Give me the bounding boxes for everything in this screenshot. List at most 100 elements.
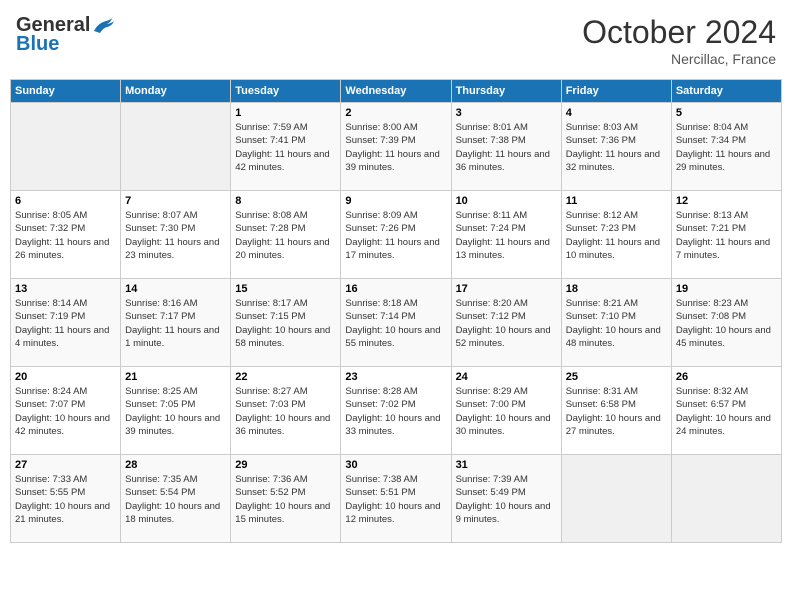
- day-number: 25: [566, 371, 667, 383]
- weekday-header-monday: Monday: [121, 80, 231, 103]
- calendar-cell: 17Sunrise: 8:20 AM Sunset: 7:12 PM Dayli…: [451, 279, 561, 367]
- logo-blue: Blue: [16, 33, 59, 56]
- calendar-cell: 10 Sunrise: 8:11 AM Sunset: 7:24 PM Dayli…: [451, 191, 561, 279]
- calendar-cell: [121, 103, 231, 191]
- day-number: 11: [566, 195, 667, 207]
- day-number: 13: [15, 283, 116, 295]
- page-header: General Blue October 2024 Nercillac, Fra…: [10, 10, 782, 71]
- calendar-cell: 4Sunrise: 8:03 AM Sunset: 7:36 PM Daylig…: [561, 103, 671, 191]
- day-info: Sunrise: 8:13 AM Sunset: 7:21 PM Dayligh…: [676, 209, 777, 262]
- calendar-week-1: 1 Sunrise: 7:59 AM Sunset: 7:41 PM Daylig…: [11, 103, 782, 191]
- calendar-cell: [671, 455, 781, 543]
- weekday-header-sunday: Sunday: [11, 80, 121, 103]
- day-number: 26: [676, 371, 777, 383]
- day-info: Sunrise: 8:14 AM Sunset: 7:19 PM Dayligh…: [15, 297, 116, 350]
- day-info: Sunrise: 8:01 AM Sunset: 7:38 PM Dayligh…: [456, 121, 557, 174]
- day-info: Sunrise: 8:31 AM Sunset: 6:58 PM Dayligh…: [566, 385, 667, 438]
- day-number: 24: [456, 371, 557, 383]
- calendar-cell: 20Sunrise: 8:24 AM Sunset: 7:07 PM Dayli…: [11, 367, 121, 455]
- day-number: 23: [345, 371, 446, 383]
- day-number: 21: [125, 371, 226, 383]
- calendar-week-2: 6 Sunrise: 8:05 AM Sunset: 7:32 PM Daylig…: [11, 191, 782, 279]
- calendar-cell: [561, 455, 671, 543]
- day-number: 10: [456, 195, 557, 207]
- calendar-cell: 31 Sunrise: 7:39 AM Sunset: 5:49 PM Dayli…: [451, 455, 561, 543]
- weekday-header-thursday: Thursday: [451, 80, 561, 103]
- day-number: 30: [345, 459, 446, 471]
- day-number: 7: [125, 195, 226, 207]
- calendar-cell: 5 Sunrise: 8:04 AM Sunset: 7:34 PM Daylig…: [671, 103, 781, 191]
- day-number: 20: [15, 371, 116, 383]
- calendar-cell: 2Sunrise: 8:00 AM Sunset: 7:39 PM Daylig…: [341, 103, 451, 191]
- day-number: 16: [345, 283, 446, 295]
- calendar-cell: 6 Sunrise: 8:05 AM Sunset: 7:32 PM Daylig…: [11, 191, 121, 279]
- weekday-header-tuesday: Tuesday: [231, 80, 341, 103]
- calendar-cell: 8Sunrise: 8:08 AM Sunset: 7:28 PM Daylig…: [231, 191, 341, 279]
- calendar-cell: 12 Sunrise: 8:13 AM Sunset: 7:21 PM Dayli…: [671, 191, 781, 279]
- calendar-cell: 25 Sunrise: 8:31 AM Sunset: 6:58 PM Dayli…: [561, 367, 671, 455]
- calendar-cell: 14Sunrise: 8:16 AM Sunset: 7:17 PM Dayli…: [121, 279, 231, 367]
- day-info: Sunrise: 8:27 AM Sunset: 7:03 PM Dayligh…: [235, 385, 336, 438]
- calendar-cell: 30 Sunrise: 7:38 AM Sunset: 5:51 PM Dayli…: [341, 455, 451, 543]
- day-number: 12: [676, 195, 777, 207]
- calendar-cell: 18 Sunrise: 8:21 AM Sunset: 7:10 PM Dayli…: [561, 279, 671, 367]
- day-info: Sunrise: 8:08 AM Sunset: 7:28 PM Dayligh…: [235, 209, 336, 262]
- day-info: Sunrise: 8:11 AM Sunset: 7:24 PM Dayligh…: [456, 209, 557, 262]
- weekday-header-saturday: Saturday: [671, 80, 781, 103]
- day-info: Sunrise: 8:07 AM Sunset: 7:30 PM Dayligh…: [125, 209, 226, 262]
- calendar-week-3: 13 Sunrise: 8:14 AM Sunset: 7:19 PM Dayli…: [11, 279, 782, 367]
- day-info: Sunrise: 7:35 AM Sunset: 5:54 PM Dayligh…: [125, 473, 226, 526]
- weekday-header-row: SundayMondayTuesdayWednesdayThursdayFrid…: [11, 80, 782, 103]
- day-info: Sunrise: 7:38 AM Sunset: 5:51 PM Dayligh…: [345, 473, 446, 526]
- calendar-cell: 13 Sunrise: 8:14 AM Sunset: 7:19 PM Dayli…: [11, 279, 121, 367]
- day-info: Sunrise: 8:21 AM Sunset: 7:10 PM Dayligh…: [566, 297, 667, 350]
- calendar-cell: 21Sunrise: 8:25 AM Sunset: 7:05 PM Dayli…: [121, 367, 231, 455]
- day-info: Sunrise: 8:04 AM Sunset: 7:34 PM Dayligh…: [676, 121, 777, 174]
- calendar-cell: 1 Sunrise: 7:59 AM Sunset: 7:41 PM Daylig…: [231, 103, 341, 191]
- day-info: Sunrise: 7:33 AM Sunset: 5:55 PM Dayligh…: [15, 473, 116, 526]
- day-number: 28: [125, 459, 226, 471]
- logo: General Blue: [16, 14, 116, 56]
- day-number: 6: [15, 195, 116, 207]
- day-info: Sunrise: 8:17 AM Sunset: 7:15 PM Dayligh…: [235, 297, 336, 350]
- calendar-cell: 19 Sunrise: 8:23 AM Sunset: 7:08 PM Dayli…: [671, 279, 781, 367]
- day-number: 22: [235, 371, 336, 383]
- calendar-cell: 15Sunrise: 8:17 AM Sunset: 7:15 PM Dayli…: [231, 279, 341, 367]
- day-info: Sunrise: 8:00 AM Sunset: 7:39 PM Dayligh…: [345, 121, 446, 174]
- weekday-header-wednesday: Wednesday: [341, 80, 451, 103]
- day-info: Sunrise: 8:23 AM Sunset: 7:08 PM Dayligh…: [676, 297, 777, 350]
- calendar-cell: 16 Sunrise: 8:18 AM Sunset: 7:14 PM Dayli…: [341, 279, 451, 367]
- title-area: October 2024 Nercillac, France: [582, 14, 776, 67]
- day-number: 4: [566, 107, 667, 119]
- day-info: Sunrise: 7:59 AM Sunset: 7:41 PM Dayligh…: [235, 121, 336, 174]
- day-number: 1: [235, 107, 336, 119]
- day-number: 19: [676, 283, 777, 295]
- day-info: Sunrise: 8:32 AM Sunset: 6:57 PM Dayligh…: [676, 385, 777, 438]
- day-info: Sunrise: 8:28 AM Sunset: 7:02 PM Dayligh…: [345, 385, 446, 438]
- day-number: 3: [456, 107, 557, 119]
- day-info: Sunrise: 8:18 AM Sunset: 7:14 PM Dayligh…: [345, 297, 446, 350]
- day-number: 31: [456, 459, 557, 471]
- location-subtitle: Nercillac, France: [582, 51, 776, 67]
- day-number: 14: [125, 283, 226, 295]
- day-number: 9: [345, 195, 446, 207]
- calendar-body: 1 Sunrise: 7:59 AM Sunset: 7:41 PM Daylig…: [11, 103, 782, 543]
- calendar-cell: 22 Sunrise: 8:27 AM Sunset: 7:03 PM Dayli…: [231, 367, 341, 455]
- day-number: 5: [676, 107, 777, 119]
- day-info: Sunrise: 8:09 AM Sunset: 7:26 PM Dayligh…: [345, 209, 446, 262]
- day-number: 27: [15, 459, 116, 471]
- day-info: Sunrise: 8:05 AM Sunset: 7:32 PM Dayligh…: [15, 209, 116, 262]
- calendar-cell: 27 Sunrise: 7:33 AM Sunset: 5:55 PM Dayli…: [11, 455, 121, 543]
- calendar-cell: 29Sunrise: 7:36 AM Sunset: 5:52 PM Dayli…: [231, 455, 341, 543]
- day-info: Sunrise: 8:20 AM Sunset: 7:12 PM Dayligh…: [456, 297, 557, 350]
- calendar-cell: 9 Sunrise: 8:09 AM Sunset: 7:26 PM Daylig…: [341, 191, 451, 279]
- month-title: October 2024: [582, 14, 776, 51]
- logo-bird-icon: [92, 17, 114, 35]
- weekday-header-friday: Friday: [561, 80, 671, 103]
- day-info: Sunrise: 8:29 AM Sunset: 7:00 PM Dayligh…: [456, 385, 557, 438]
- day-info: Sunrise: 7:39 AM Sunset: 5:49 PM Dayligh…: [456, 473, 557, 526]
- day-number: 29: [235, 459, 336, 471]
- calendar-cell: 3 Sunrise: 8:01 AM Sunset: 7:38 PM Daylig…: [451, 103, 561, 191]
- day-number: 18: [566, 283, 667, 295]
- calendar-cell: 26 Sunrise: 8:32 AM Sunset: 6:57 PM Dayli…: [671, 367, 781, 455]
